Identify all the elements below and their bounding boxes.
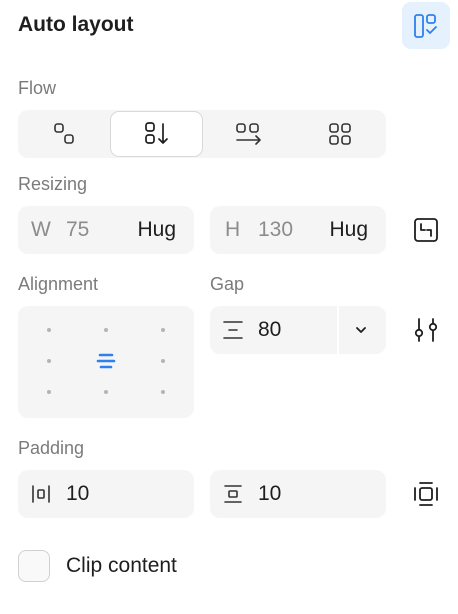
gap-label: Gap	[210, 274, 245, 294]
auto-layout-toggle-button[interactable]	[402, 2, 450, 49]
alignment-label: Alignment	[18, 274, 99, 294]
gap-field[interactable]: 80	[210, 306, 386, 354]
padding-label: Padding	[18, 438, 85, 458]
horizontal-padding-field[interactable]: 10	[18, 470, 194, 518]
sliders-icon	[414, 318, 438, 342]
individual-padding-icon	[414, 482, 438, 506]
flow-grid-icon	[328, 123, 351, 145]
align-top-center[interactable]	[93, 317, 119, 343]
auto-layout-icon	[414, 13, 437, 38]
align-bottom-center[interactable]	[93, 379, 119, 405]
alignment-dot	[161, 390, 165, 394]
height-label: H	[225, 218, 241, 241]
flow-horizontal-button[interactable]	[203, 111, 294, 157]
resize-constraints-button[interactable]	[411, 215, 441, 245]
alignment-dot	[47, 390, 51, 394]
advanced-settings-button[interactable]	[411, 315, 441, 345]
horizontal-padding-icon	[32, 485, 50, 503]
gap-divider	[337, 306, 339, 354]
width-mode[interactable]: Hug	[137, 218, 176, 242]
resize-to-fit-icon	[414, 218, 438, 242]
resizing-label: Resizing	[18, 174, 88, 194]
align-bottom-right[interactable]	[150, 379, 176, 405]
clip-content-checkbox[interactable]	[18, 550, 50, 582]
width-field[interactable]: W 75 Hug	[18, 206, 194, 254]
width-label: W	[31, 218, 51, 241]
height-mode[interactable]: Hug	[329, 218, 368, 242]
width-value: 75	[66, 218, 90, 241]
align-bottom-left[interactable]	[36, 379, 62, 405]
vertical-padding-field[interactable]: 10	[210, 470, 386, 518]
align-center-selected-icon	[96, 353, 116, 369]
flow-vertical-icon	[144, 122, 168, 144]
gap-value: 80	[258, 318, 282, 341]
alignment-grid	[18, 306, 194, 418]
align-middle-right[interactable]	[150, 348, 176, 374]
individual-padding-button[interactable]	[411, 479, 441, 509]
flow-vertical-button[interactable]	[110, 111, 203, 157]
flow-horizontal-icon	[235, 123, 261, 145]
alignment-dot	[47, 328, 51, 332]
vertical-gap-icon	[223, 321, 243, 339]
chevron-down-icon	[356, 327, 366, 333]
flow-grid-button[interactable]	[294, 111, 385, 157]
gap-dropdown-button[interactable]	[346, 315, 376, 345]
alignment-dot	[47, 359, 51, 363]
clip-content-label: Clip content	[66, 554, 177, 577]
vertical-padding-icon	[224, 485, 242, 503]
height-field[interactable]: H 130 Hug	[210, 206, 386, 254]
alignment-dot	[104, 390, 108, 394]
panel-title: Auto layout	[18, 13, 134, 36]
align-top-right[interactable]	[150, 317, 176, 343]
horizontal-padding-value: 10	[66, 482, 90, 505]
flow-freeform-button[interactable]	[19, 111, 110, 157]
alignment-dot	[104, 328, 108, 332]
height-value: 130	[258, 218, 294, 241]
align-middle-left[interactable]	[36, 348, 62, 374]
flow-freeform-icon	[53, 123, 74, 144]
vertical-padding-value: 10	[258, 482, 282, 505]
alignment-dot	[161, 359, 165, 363]
flow-direction-group	[18, 110, 386, 158]
align-middle-center[interactable]	[93, 348, 119, 374]
align-top-left[interactable]	[36, 317, 62, 343]
flow-label: Flow	[18, 78, 57, 98]
alignment-dot	[161, 328, 165, 332]
clip-content-toggle[interactable]: Clip content	[18, 550, 177, 582]
